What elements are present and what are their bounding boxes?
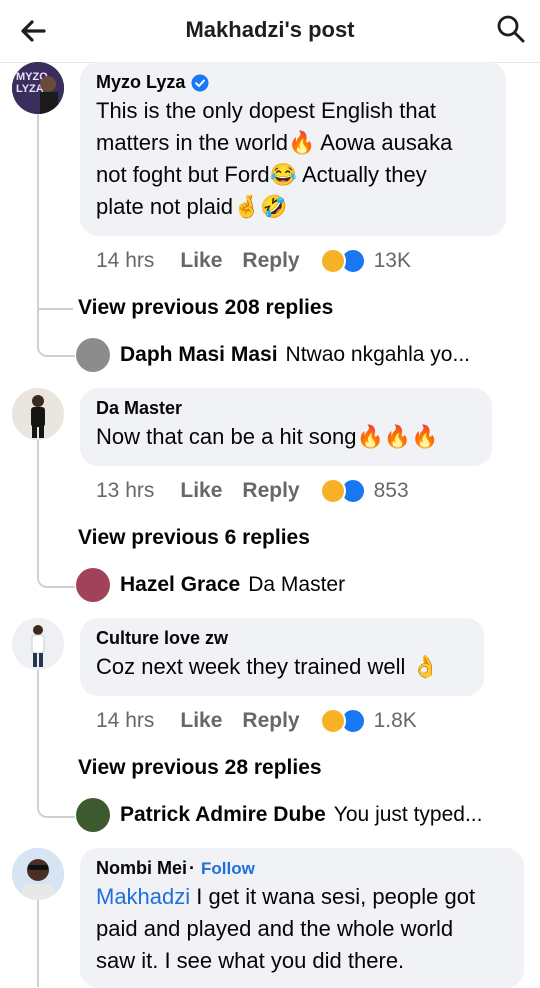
like-button[interactable]: Like [180,479,222,503]
comment-actions: 14 hrs Like Reply 1.8K [96,708,417,734]
comment-text: Makhadzi I get it wana sesi, people got … [96,884,476,973]
comment-bubble[interactable]: Da Master Now that can be a hit song🔥🔥🔥 [80,388,492,466]
timestamp[interactable]: 13 hrs [96,479,154,503]
thread-line [37,440,39,570]
like-button[interactable]: Like [180,249,222,273]
reply-text: Da Master [248,573,346,596]
reaction-count[interactable]: 1.8K [374,709,417,733]
reply-text: You just typed... [333,803,483,826]
view-previous-replies[interactable]: View previous 28 replies [78,756,322,780]
timestamp[interactable]: 14 hrs [96,249,154,273]
avatar [76,568,110,602]
avatar[interactable] [12,388,64,440]
haha-reaction-icon [319,478,346,504]
verified-badge-icon [191,74,209,91]
avatar[interactable] [12,848,64,900]
comment-author[interactable]: Da Master [96,398,182,419]
reply-preview[interactable]: Patrick Admire Dube You just typed... [76,798,482,832]
comment-bubble[interactable]: Nombi Mei · Follow Makhadzi I get it wan… [80,848,524,988]
reply-button[interactable]: Reply [242,479,299,503]
search-icon[interactable] [496,14,526,44]
comment-bubble[interactable]: Culture love zw Coz next week they train… [80,618,484,696]
thread-line [37,670,39,800]
reaction-count[interactable]: 13K [374,249,411,273]
timestamp[interactable]: 14 hrs [96,709,154,733]
thread-line [37,112,39,347]
reply-author[interactable]: Patrick Admire Dube [120,803,326,827]
top-bar: Makhadzi's post [0,0,540,63]
avatar[interactable]: MYZO LYZA [12,62,64,114]
avatar [76,798,110,832]
svg-text:LYZA: LYZA [16,83,44,95]
reply-button[interactable]: Reply [242,249,299,273]
comment-actions: 14 hrs Like Reply 13K [96,248,411,274]
thread-connector [37,796,75,818]
reply-author[interactable]: Daph Masi Masi [120,343,278,367]
view-previous-replies[interactable]: View previous 208 replies [78,296,333,320]
haha-reaction-icon [319,248,346,274]
comment-author[interactable]: Nombi Mei [96,858,187,879]
avatar[interactable] [12,618,64,670]
avatar [76,338,110,372]
reaction-count[interactable]: 853 [374,479,409,503]
reply-button[interactable]: Reply [242,709,299,733]
thread-connector [37,566,75,588]
mention-link[interactable]: Makhadzi [96,884,190,909]
comment-author[interactable]: Culture love zw [96,628,228,649]
reply-text: Ntwao nkgahla yo... [285,343,470,366]
thread-connector [37,335,75,357]
reply-preview[interactable]: Hazel Grace Da Master [76,568,345,602]
separator-dot: · [189,858,196,878]
reactions-icons[interactable] [319,478,366,504]
page-title: Makhadzi's post [185,17,355,42]
view-previous-replies[interactable]: View previous 6 replies [78,526,310,550]
haha-reaction-icon [319,708,346,734]
comment-text: This is the only dopest English that mat… [96,98,453,219]
thread-line [37,900,39,987]
reactions-icons[interactable] [319,248,366,274]
reply-author[interactable]: Hazel Grace [120,573,240,597]
comment-bubble[interactable]: Myzo Lyza This is the only dopest Englis… [80,62,506,236]
reply-preview[interactable]: Daph Masi Masi Ntwao nkgahla yo... [76,338,470,372]
reactions-icons[interactable] [319,708,366,734]
comment-text: Now that can be a hit song🔥🔥🔥 [96,424,439,449]
comment-text: Coz next week they trained well 👌 [96,654,439,679]
like-button[interactable]: Like [180,709,222,733]
thread-connector [37,290,73,310]
follow-button[interactable]: Follow [201,859,255,879]
comment-actions: 13 hrs Like Reply 853 [96,478,409,504]
comment-author[interactable]: Myzo Lyza [96,72,185,93]
